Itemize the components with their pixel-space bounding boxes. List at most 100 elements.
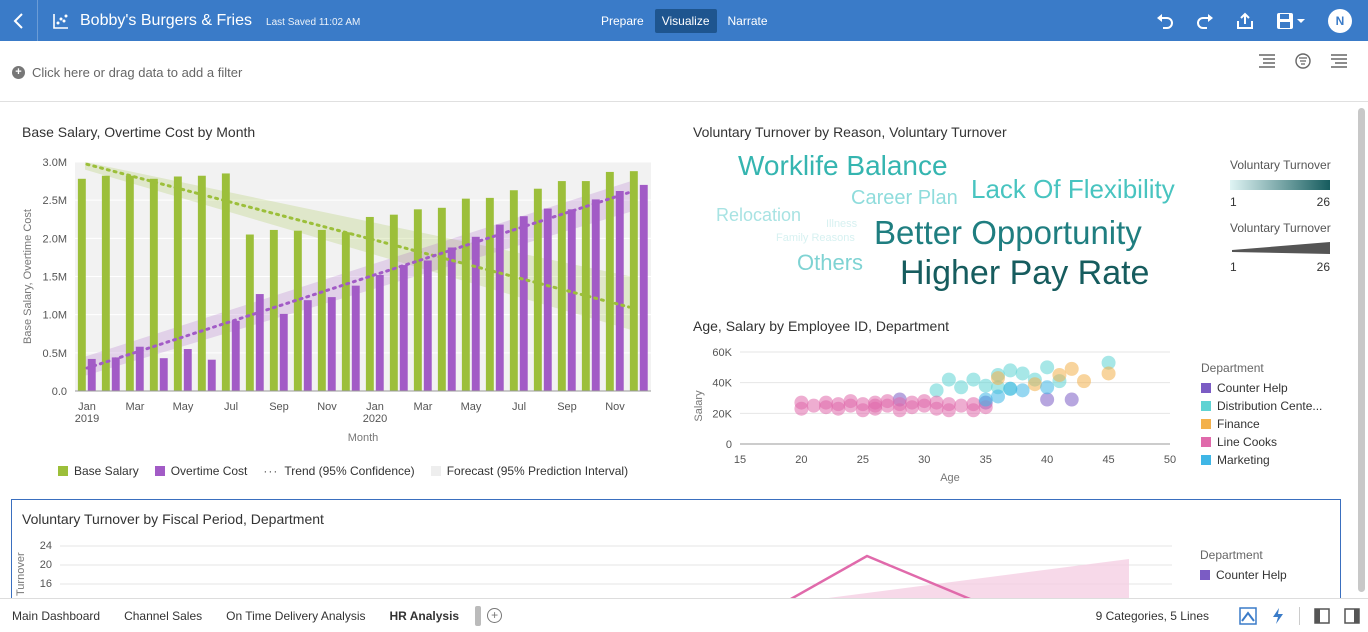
x-tick-label: Mar <box>126 401 145 413</box>
save-menu-icon[interactable] <box>1276 12 1306 30</box>
color-gradient-bar <box>1230 180 1330 190</box>
legend-item-base-salary[interactable]: Base Salary <box>58 462 139 480</box>
bar-overtime-cost <box>351 285 360 391</box>
filter-placeholder: Click here or drag data to add a filter <box>32 65 243 80</box>
bar-overtime-cost <box>327 297 336 391</box>
turnover-chart-title: Voluntary Turnover by Fiscal Period, Dep… <box>22 511 324 527</box>
legend-label: Base Salary <box>74 464 139 478</box>
wordcloud-legend: Voluntary Turnover 1 26 Voluntary Turnove… <box>1230 158 1340 274</box>
y-tick-label: 3.0M <box>43 157 67 169</box>
point-finance <box>1101 366 1116 381</box>
tab-scroll-grip[interactable] <box>475 605 482 626</box>
menu-lines-icon[interactable] <box>1330 53 1348 69</box>
legend-item[interactable]: Counter Help <box>1201 379 1322 397</box>
bar-overtime-cost <box>423 260 432 391</box>
x-tick-sublabel: 2020 <box>363 413 387 425</box>
x-tick-label: Jul <box>224 401 238 413</box>
project-title[interactable]: Bobby's Burgers & Fries <box>80 12 252 30</box>
point-distribution-cente <box>941 372 956 387</box>
word-relocation[interactable]: Relocation <box>716 206 801 224</box>
point-line-cooks <box>954 398 969 413</box>
legend-label: Counter Help <box>1217 381 1288 395</box>
back-button[interactable] <box>0 0 38 41</box>
age-salary-scatter[interactable]: 0 20K 40K 60K 15 20 25 30 35 40 45 50 Age Salary <box>680 338 1190 488</box>
mode-visualize[interactable]: Visualize <box>654 9 717 33</box>
bar-base-salary <box>461 198 470 391</box>
add-filter-drop-zone[interactable]: + Click here or drag data to add a filte… <box>12 65 242 80</box>
legend-item-forecast[interactable]: Forecast (95% Prediction Interval) <box>430 462 628 480</box>
x-tick-label: 40 <box>1041 454 1053 466</box>
legend-min: 1 <box>1230 260 1237 274</box>
word-family-reasons[interactable]: Family Reasons <box>776 233 855 244</box>
legend-swatch <box>1201 383 1211 393</box>
top-bar: Bobby's Burgers & Fries Last Saved 11:02… <box>0 0 1368 41</box>
word-worklife-balance[interactable]: Worklife Balance <box>738 152 948 180</box>
point-line-cooks <box>917 394 932 409</box>
bar-base-salary <box>581 181 590 391</box>
legend-item[interactable]: Distribution Cente... <box>1201 397 1322 415</box>
bar-base-salary <box>509 190 518 391</box>
bar-overtime-cost <box>231 320 240 391</box>
point-line-cooks <box>880 394 895 409</box>
legend-swatch <box>430 466 441 476</box>
legend-swatch <box>1201 401 1211 411</box>
salary-overtime-chart[interactable]: 0.00.5M1.0M1.5M2.0M2.5M3.0MJan2019Mar May… <box>0 142 680 452</box>
add-canvas-button[interactable]: + <box>487 608 503 623</box>
left-panel-icon[interactable] <box>1314 607 1330 624</box>
lightning-icon[interactable] <box>1271 607 1285 625</box>
legend-label: Distribution Cente... <box>1217 399 1323 413</box>
legend-item-trend[interactable]: ··· Trend (95% Confidence) <box>263 462 414 480</box>
word-better-opportunity[interactable]: Better Opportunity <box>874 216 1142 249</box>
bar-overtime-cost <box>543 208 552 391</box>
user-avatar[interactable]: N <box>1328 8 1352 33</box>
divider <box>1299 606 1300 625</box>
word-career-plan[interactable]: Career Plan <box>851 188 958 208</box>
bar-base-salary <box>557 181 566 391</box>
word-higher-pay-rate[interactable]: Higher Pay Rate <box>900 256 1149 290</box>
legend-item-overtime-cost[interactable]: Overtime Cost <box>154 462 247 480</box>
last-saved-label: Last Saved 11:02 AM <box>266 16 361 28</box>
bar-overtime-cost <box>111 357 120 391</box>
list-panel-icon[interactable] <box>1258 53 1276 69</box>
mode-narrate[interactable]: Narrate <box>721 9 775 33</box>
word-lack-of-flexibility[interactable]: Lack Of Flexibility <box>971 176 1175 202</box>
legend-item-counter-help[interactable]: Counter Help <box>1200 566 1287 584</box>
legend-max: 26 <box>1316 260 1330 274</box>
x-tick-label: 20 <box>795 454 807 466</box>
size-legend-wedge <box>1232 242 1330 254</box>
color-legend-range: 1 26 <box>1230 195 1330 209</box>
bar-base-salary <box>605 171 614 391</box>
dotted-line-icon: ··· <box>263 464 279 478</box>
legend-item[interactable]: Line Cooks <box>1201 433 1322 451</box>
point-marketing <box>1003 381 1018 396</box>
mode-prepare[interactable]: Prepare <box>594 9 651 33</box>
point-finance <box>1064 361 1079 376</box>
wordcloud-title: Voluntary Turnover by Reason, Voluntary … <box>693 124 1007 140</box>
grammar-map-icon[interactable] <box>1239 606 1257 625</box>
turnover-panel[interactable]: Voluntary Turnover by Fiscal Period, Dep… <box>11 499 1341 598</box>
x-axis-label: Age <box>940 472 960 484</box>
right-panel-icon[interactable] <box>1344 607 1360 624</box>
canvas-scrollbar[interactable] <box>1358 108 1365 592</box>
point-distribution-cente <box>1015 366 1030 381</box>
filter-circle-icon[interactable] <box>1294 53 1312 69</box>
turnover-line-chart[interactable]: Turnover 24 20 16 <box>12 534 1192 598</box>
legend-item[interactable]: Marketing <box>1201 451 1322 469</box>
word-illness[interactable]: Illness <box>826 219 857 230</box>
tab-hr-analysis[interactable]: HR Analysis <box>378 609 472 623</box>
point-distribution-cente <box>966 372 981 387</box>
chevron-left-icon <box>13 12 23 29</box>
legend-label: Finance <box>1217 417 1260 431</box>
word-cloud[interactable]: Worklife Balance Career Plan Lack Of Fle… <box>700 148 1200 298</box>
share-icon[interactable] <box>1236 12 1254 30</box>
undo-icon[interactable] <box>1156 13 1174 29</box>
tab-main-dashboard[interactable]: Main Dashboard <box>0 609 112 623</box>
tab-channel-sales[interactable]: Channel Sales <box>112 609 214 623</box>
legend-item[interactable]: Finance <box>1201 415 1322 433</box>
bar-base-salary <box>413 209 422 391</box>
word-others[interactable]: Others <box>797 252 863 274</box>
tab-on-time-delivery[interactable]: On Time Delivery Analysis <box>214 609 377 623</box>
legend-swatch <box>1201 419 1211 429</box>
redo-icon[interactable] <box>1196 13 1214 29</box>
y-tick-label: 60K <box>712 347 732 359</box>
